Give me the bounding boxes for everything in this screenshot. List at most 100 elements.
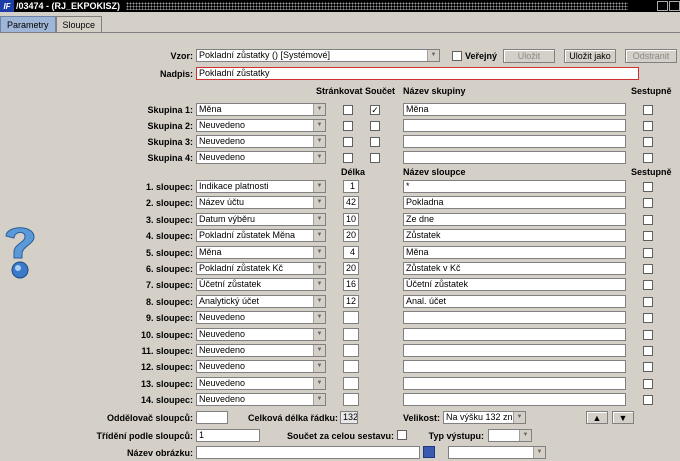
delka-input[interactable]: 10	[343, 212, 359, 226]
sloupec-select[interactable]: Účetní zůstatek ▼	[196, 278, 326, 292]
delka-input[interactable]	[343, 376, 359, 390]
nazev-sloupce-input[interactable]	[403, 344, 626, 357]
sloupec-select[interactable]: Analytický účet ▼	[196, 294, 326, 308]
move-up-button[interactable]: ▲	[586, 411, 608, 424]
sestupne-checkbox[interactable]	[643, 121, 653, 131]
sestupne-checkbox[interactable]	[643, 378, 653, 389]
sestupne-checkbox[interactable]	[643, 329, 653, 340]
sloupec-select[interactable]: Neuvedeno ▼	[196, 344, 326, 357]
soucet-checkbox[interactable]	[370, 121, 380, 131]
sestupne-checkbox[interactable]	[643, 247, 653, 258]
sloupec-select[interactable]: Neuvedeno ▼	[196, 376, 326, 390]
sloupec-select[interactable]: Neuvedeno ▼	[196, 360, 326, 374]
nazev-skupiny-input[interactable]	[403, 119, 626, 132]
sestupne-checkbox[interactable]	[643, 362, 653, 373]
skupina-select[interactable]: Neuvedeno ▼	[196, 119, 326, 132]
sestupne-checkbox[interactable]	[643, 105, 653, 115]
trideni-input[interactable]: 1	[196, 429, 260, 442]
soucet-checkbox[interactable]	[370, 137, 380, 147]
delka-input[interactable]: 1	[343, 180, 359, 193]
sestupne-checkbox[interactable]	[643, 137, 653, 147]
nazev-sloupce-input[interactable]	[403, 376, 626, 390]
verejny-checkbox[interactable]	[452, 51, 462, 61]
strankovat-checkbox[interactable]	[343, 153, 353, 163]
strankovat-checkbox[interactable]	[343, 121, 353, 131]
nazev-skupiny-input[interactable]	[403, 135, 626, 148]
strankovat-checkbox[interactable]	[343, 137, 353, 147]
sestupne-checkbox[interactable]	[643, 231, 653, 242]
strankovat-checkbox[interactable]	[343, 105, 353, 115]
sestupne-checkbox[interactable]	[643, 346, 653, 356]
nazev-sloupce-input[interactable]: Zůstatek v Kč	[403, 262, 626, 275]
soucet-checkbox[interactable]	[370, 153, 380, 163]
nazev-sloupce-input[interactable]: Anal. účet	[403, 294, 626, 308]
nazev-sloupce-input[interactable]	[403, 393, 626, 407]
nazev-obrazku-input[interactable]	[196, 446, 420, 459]
oddelovac-input[interactable]	[196, 411, 228, 424]
delka-input[interactable]	[343, 344, 359, 357]
skupina-select[interactable]: Neuvedeno ▼	[196, 135, 326, 148]
delka-input[interactable]	[343, 327, 359, 341]
sestupne-checkbox[interactable]	[643, 280, 653, 291]
sloupec-select[interactable]: Název účtu ▼	[196, 196, 326, 210]
move-down-button[interactable]: ▼	[612, 411, 634, 424]
nazev-sloupce-input[interactable]: Pokladna	[403, 196, 626, 210]
ulozit-jako-button[interactable]: Uložit jako	[564, 49, 616, 63]
sloupec-value: Analytický účet	[199, 295, 260, 306]
help-icon[interactable]	[2, 222, 46, 280]
nazev-sloupce-input[interactable]	[403, 327, 626, 341]
sloupec-select[interactable]: Neuvedeno ▼	[196, 393, 326, 407]
nazev-skupiny-input[interactable]: Měna	[403, 103, 626, 116]
sestupne-checkbox[interactable]	[643, 264, 653, 274]
delka-input[interactable]: 42	[343, 196, 359, 210]
sestupne-checkbox[interactable]	[643, 313, 653, 324]
sestupne-checkbox[interactable]	[643, 153, 653, 163]
sestupne-checkbox[interactable]	[643, 214, 653, 225]
sestupne-checkbox[interactable]	[643, 296, 653, 307]
soucet-celou-checkbox[interactable]	[397, 430, 407, 440]
typ-vystupu-select[interactable]: ▼	[488, 429, 532, 442]
delka-input[interactable]: 20	[343, 229, 359, 243]
nazev-sloupce-input[interactable]: Ze dne	[403, 212, 626, 226]
nazev-sloupce-input[interactable]: *	[403, 180, 626, 193]
ulozit-button[interactable]: Uložit	[503, 49, 555, 63]
delka-input[interactable]	[343, 360, 359, 374]
skupina-select[interactable]: Měna ▼	[196, 103, 326, 116]
sloupec-select[interactable]: Pokladní zůstatek Měna ▼	[196, 229, 326, 243]
sloupec-value: Pokladní zůstatek Kč	[199, 263, 284, 273]
nazev-sloupce-input[interactable]	[403, 360, 626, 374]
delka-input[interactable]: 16	[343, 278, 359, 292]
sloupec-select[interactable]: Neuvedeno ▼	[196, 311, 326, 325]
vzor-select[interactable]: Pokladní zůstatky () [Systémové] ▼	[196, 49, 440, 62]
obrazek-select[interactable]: ▼	[448, 446, 546, 459]
odstranit-button[interactable]: Odstranit	[625, 49, 677, 63]
tab-sloupce[interactable]: Sloupce	[55, 16, 103, 32]
sestupne-checkbox[interactable]	[643, 182, 653, 192]
delka-input[interactable]: 20	[343, 262, 359, 275]
sloupec-select[interactable]: Indikace platnosti ▼	[196, 180, 326, 193]
tab-parametry[interactable]: Parametry	[0, 16, 56, 32]
sloupec-select[interactable]: Měna ▼	[196, 245, 326, 259]
delka-input[interactable]: 12	[343, 294, 359, 308]
sloupec-select[interactable]: Pokladní zůstatek Kč ▼	[196, 262, 326, 275]
soucet-checkbox[interactable]: ✓	[370, 105, 380, 115]
maximize-button[interactable]	[669, 1, 680, 11]
skupina-select[interactable]: Neuvedeno ▼	[196, 151, 326, 164]
velikost-select[interactable]: Na výšku 132 zn. ▼	[443, 411, 526, 424]
nazev-sloupce-input[interactable]	[403, 311, 626, 325]
delka-input[interactable]: 4	[343, 245, 359, 259]
delka-input[interactable]	[343, 393, 359, 407]
sloupec-select[interactable]: Datum výběru ▼	[196, 212, 326, 226]
minimize-button[interactable]	[657, 1, 668, 11]
nazev-sloupce-input[interactable]: Účetní zůstatek	[403, 278, 626, 292]
sloupec-label: 1. sloupec:	[145, 182, 193, 192]
sestupne-checkbox[interactable]	[643, 395, 653, 406]
sestupne-checkbox[interactable]	[643, 198, 653, 209]
nazev-sloupce-input[interactable]: Měna	[403, 245, 626, 259]
sloupec-select[interactable]: Neuvedeno ▼	[196, 327, 326, 341]
nadpis-input[interactable]: Pokladní zůstatky	[196, 67, 639, 80]
delka-input[interactable]	[343, 311, 359, 325]
nazev-sloupce-input[interactable]: Zůstatek	[403, 229, 626, 243]
list-icon[interactable]	[423, 446, 435, 458]
nazev-skupiny-input[interactable]	[403, 151, 626, 164]
